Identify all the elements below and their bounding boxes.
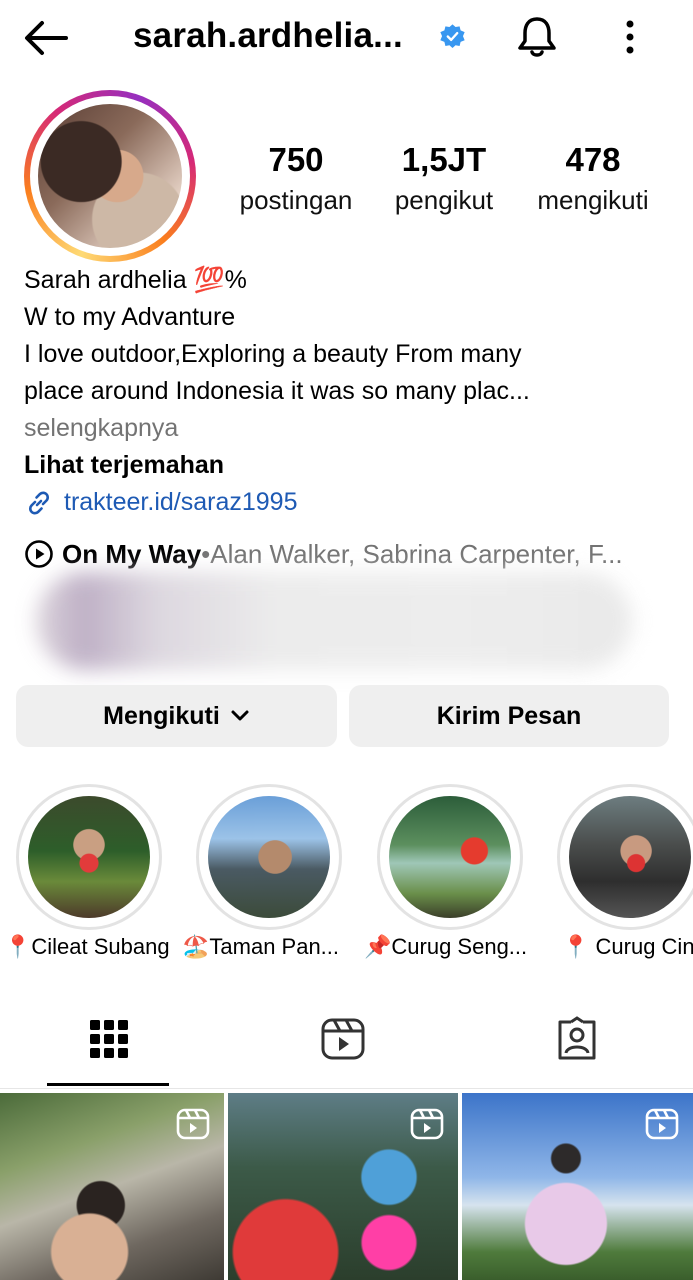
following-count[interactable]: 478 mengikuti (528, 140, 658, 220)
posts-count[interactable]: 750 postingan (232, 140, 360, 220)
following-count-value: 478 (565, 141, 621, 178)
profile-music[interactable]: On My Way • Alan Walker, Sabrina Carpent… (24, 534, 684, 574)
highlight-cover-image (28, 796, 150, 918)
send-message-label: Kirim Pesan (436, 701, 582, 730)
following-button-label: Mengikuti (103, 701, 220, 730)
profile-avatar-story-ring[interactable] (24, 90, 196, 262)
back-arrow-icon[interactable] (22, 18, 70, 58)
followers-count-value: 1,5JT (401, 141, 487, 178)
highlight-cover-image (208, 796, 330, 918)
highlight-label[interactable]: 📍Cileat Subang (4, 934, 170, 960)
avatar[interactable] (38, 104, 182, 248)
external-link-text: trakteer.id/saraz1995 (64, 488, 298, 516)
music-title: On My Way (62, 538, 202, 569)
notification-bell-icon[interactable] (514, 14, 560, 60)
divider (0, 1088, 693, 1089)
followers-count-label: pengikut (394, 185, 494, 215)
highlight-label[interactable]: 🏖️Taman Pan... (182, 934, 339, 960)
see-translation-link[interactable]: Lihat terjemahan (24, 447, 664, 484)
posts-count-value: 750 (268, 141, 324, 178)
active-tab-indicator (47, 1083, 169, 1086)
reels-icon (410, 1108, 444, 1140)
following-button[interactable]: Mengikuti (16, 685, 337, 747)
play-circle-icon (25, 540, 53, 568)
highlight-cover-image (569, 796, 691, 918)
profile-bio: Sarah ardhelia 💯% W to my Advanture I lo… (24, 262, 664, 521)
reels-icon (176, 1108, 210, 1140)
reels-icon (645, 1108, 679, 1140)
see-more-link[interactable]: selengkapnya (24, 410, 664, 447)
chevron-down-icon (231, 710, 249, 721)
story-highlight[interactable] (377, 784, 523, 930)
posts-count-label: postingan (239, 185, 353, 215)
verified-badge-icon (440, 24, 465, 48)
send-message-button[interactable]: Kirim Pesan (349, 685, 669, 747)
external-link[interactable]: trakteer.id/saraz1995 (24, 484, 664, 521)
bio-line: W to my Advanture (24, 303, 236, 331)
display-name: Sarah ardhelia 💯% (24, 266, 247, 294)
grid-icon[interactable] (86, 1016, 132, 1062)
story-highlight[interactable] (557, 784, 693, 930)
blurred-content (36, 572, 632, 670)
followers-count[interactable]: 1,5JT pengikut (388, 140, 500, 220)
following-count-label: mengikuti (537, 185, 649, 215)
top-bar: sarah.ardhelia... (0, 0, 693, 78)
music-artists: Alan Walker, Sabrina Carpenter, F... (210, 538, 623, 569)
highlight-label[interactable]: 📌Curug Seng... (364, 934, 527, 960)
link-icon (29, 491, 49, 514)
profile-username: sarah.ardhelia... (133, 16, 403, 55)
post-thumbnail[interactable] (462, 1093, 693, 1280)
highlight-label[interactable]: 📍 Curug Cina (562, 934, 693, 960)
music-separator: • (201, 538, 211, 569)
more-options-icon[interactable] (616, 16, 644, 58)
reels-icon[interactable] (320, 1016, 366, 1062)
story-highlight[interactable] (16, 784, 162, 930)
tagged-icon[interactable] (554, 1016, 600, 1062)
post-thumbnail[interactable] (228, 1093, 458, 1280)
bio-line: I love outdoor,Exploring a beauty From m… (24, 340, 522, 368)
bio-line: place around Indonesia it was so many pl… (24, 377, 530, 405)
post-thumbnail[interactable] (0, 1093, 224, 1280)
story-highlight[interactable] (196, 784, 342, 930)
highlight-cover-image (389, 796, 511, 918)
